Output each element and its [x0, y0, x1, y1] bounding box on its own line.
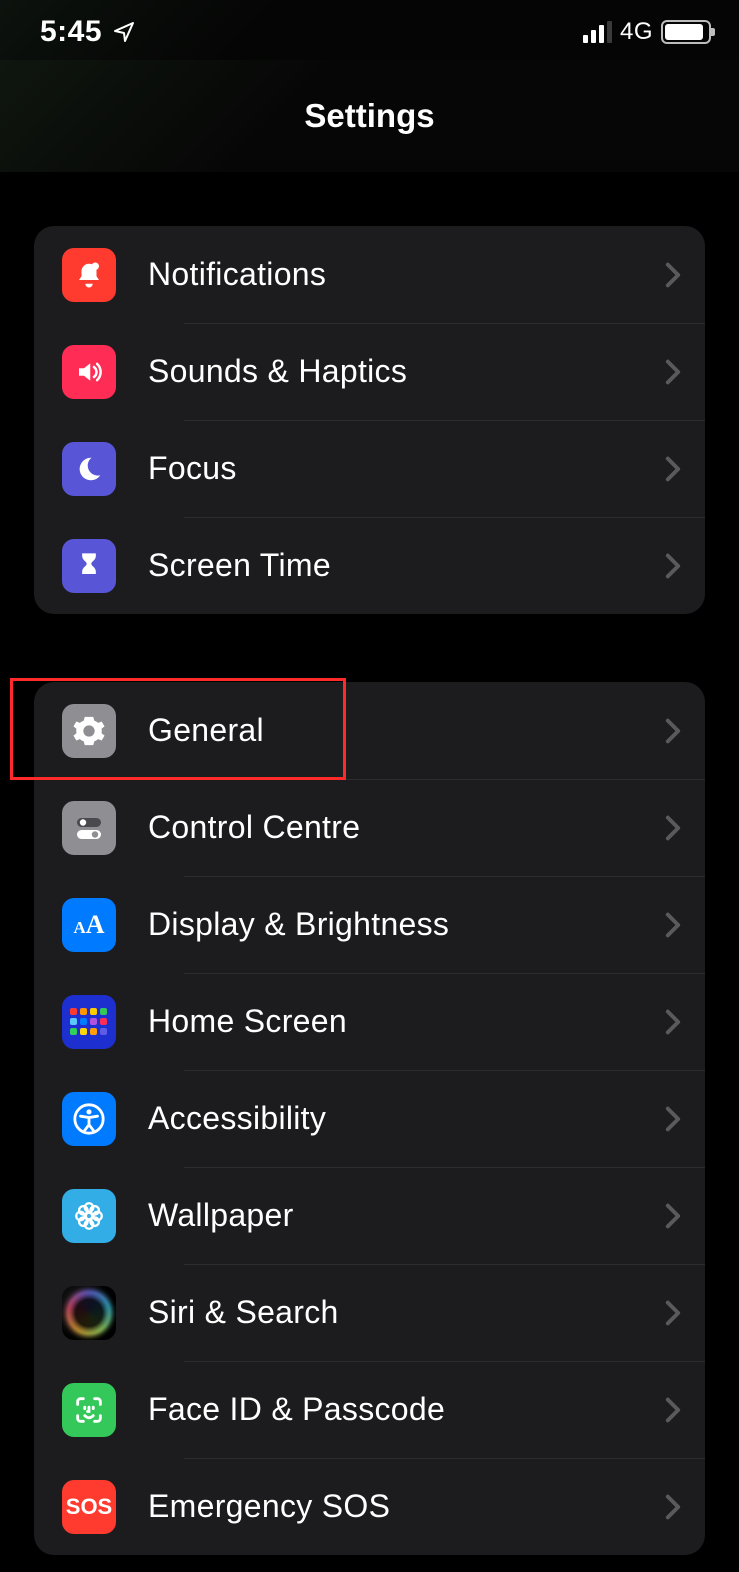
- chevron-right-icon: [665, 1106, 681, 1132]
- settings-item-display[interactable]: AA Display & Brightness: [34, 876, 705, 973]
- chevron-right-icon: [665, 359, 681, 385]
- status-bar: 5:45 4G: [0, 0, 739, 60]
- settings-item-notifications[interactable]: Notifications: [34, 226, 705, 323]
- text-size-icon: AA: [62, 898, 116, 952]
- settings-item-general[interactable]: General: [34, 682, 705, 779]
- chevron-right-icon: [665, 456, 681, 482]
- settings-item-label: Control Centre: [148, 809, 665, 846]
- settings-item-label: Notifications: [148, 256, 665, 293]
- settings-item-home-screen[interactable]: Home Screen: [34, 973, 705, 1070]
- settings-item-label: Face ID & Passcode: [148, 1391, 665, 1428]
- chevron-right-icon: [665, 718, 681, 744]
- settings-item-label: Display & Brightness: [148, 906, 665, 943]
- chevron-right-icon: [665, 262, 681, 288]
- settings-group: General Control Centre AA Display & Brig…: [34, 682, 705, 1555]
- status-right: 4G: [583, 18, 711, 46]
- settings-item-label: Sounds & Haptics: [148, 353, 665, 390]
- status-time: 5:45: [40, 15, 102, 49]
- settings-item-label: Home Screen: [148, 1003, 665, 1040]
- settings-content: Notifications Sounds & Haptics Focus: [0, 172, 739, 1555]
- battery-icon: [661, 20, 711, 44]
- flower-icon: [62, 1189, 116, 1243]
- settings-group: Notifications Sounds & Haptics Focus: [34, 226, 705, 614]
- chevron-right-icon: [665, 553, 681, 579]
- page-title: Settings: [304, 97, 434, 135]
- siri-icon: [62, 1286, 116, 1340]
- settings-item-screentime[interactable]: Screen Time: [34, 517, 705, 614]
- settings-item-control-centre[interactable]: Control Centre: [34, 779, 705, 876]
- settings-item-label: Siri & Search: [148, 1294, 665, 1331]
- location-icon: [112, 20, 136, 44]
- hourglass-icon: [62, 539, 116, 593]
- settings-item-label: Accessibility: [148, 1100, 665, 1137]
- chevron-right-icon: [665, 1494, 681, 1520]
- sos-icon: SOS: [62, 1480, 116, 1534]
- bell-icon: [62, 248, 116, 302]
- settings-item-focus[interactable]: Focus: [34, 420, 705, 517]
- signal-icon: [583, 21, 612, 43]
- accessibility-icon: [62, 1092, 116, 1146]
- toggles-icon: [62, 801, 116, 855]
- moon-icon: [62, 442, 116, 496]
- chevron-right-icon: [665, 912, 681, 938]
- settings-item-label: Screen Time: [148, 547, 665, 584]
- settings-item-label: Emergency SOS: [148, 1488, 665, 1525]
- chevron-right-icon: [665, 1203, 681, 1229]
- nav-bar: Settings: [0, 60, 739, 172]
- home-grid-icon: [62, 995, 116, 1049]
- network-label: 4G: [620, 18, 653, 46]
- chevron-right-icon: [665, 815, 681, 841]
- settings-item-label: General: [148, 712, 665, 749]
- settings-item-sounds[interactable]: Sounds & Haptics: [34, 323, 705, 420]
- settings-item-wallpaper[interactable]: Wallpaper: [34, 1167, 705, 1264]
- chevron-right-icon: [665, 1397, 681, 1423]
- settings-item-label: Wallpaper: [148, 1197, 665, 1234]
- chevron-right-icon: [665, 1009, 681, 1035]
- settings-item-faceid[interactable]: Face ID & Passcode: [34, 1361, 705, 1458]
- face-id-icon: [62, 1383, 116, 1437]
- settings-item-label: Focus: [148, 450, 665, 487]
- status-left: 5:45: [40, 15, 136, 49]
- settings-item-sos[interactable]: SOS Emergency SOS: [34, 1458, 705, 1555]
- settings-item-siri[interactable]: Siri & Search: [34, 1264, 705, 1361]
- gear-icon: [62, 704, 116, 758]
- settings-item-accessibility[interactable]: Accessibility: [34, 1070, 705, 1167]
- speaker-icon: [62, 345, 116, 399]
- chevron-right-icon: [665, 1300, 681, 1326]
